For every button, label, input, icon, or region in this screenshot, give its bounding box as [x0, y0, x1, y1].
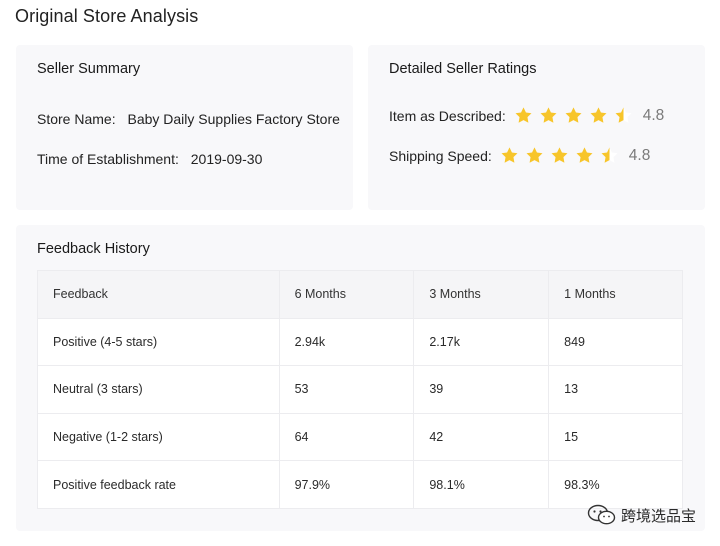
- star-half-icon: [615, 107, 632, 123]
- table-cell: 53: [278, 365, 415, 414]
- wechat-icon: [587, 504, 616, 525]
- feedback-table: Feedback 6 Months 3 Months 1 Months Posi…: [37, 270, 683, 509]
- rating-label: Item as Described:: [389, 107, 506, 124]
- rating-score: 4.8: [642, 106, 665, 124]
- table-cell: 13: [548, 365, 683, 414]
- table-cell: 42: [413, 412, 550, 462]
- table-cell: 2.17k: [413, 317, 550, 367]
- rating-stars: [500, 146, 625, 165]
- star-half-icon: [601, 147, 618, 163]
- page-title: Original Store Analysis: [15, 6, 199, 26]
- store-name-value: Baby Daily Supplies Factory Store: [127, 111, 340, 127]
- table-cell: 64: [278, 412, 415, 462]
- watermark-text: 跨境选品宝: [620, 506, 696, 525]
- table-cell: Negative (1-2 stars): [37, 412, 280, 462]
- table-cell: 2.94k: [278, 317, 415, 367]
- table-cell: 39: [413, 365, 550, 414]
- table-cell: Positive (4-5 stars): [37, 317, 280, 367]
- feedback-history-card: Feedback History Feedback 6 Months 3 Mon…: [16, 225, 705, 531]
- rating-stars: [514, 106, 639, 125]
- table-cell: 849: [548, 317, 683, 367]
- table-cell: 97.9%: [278, 460, 415, 509]
- establishment-value: 2019-09-30: [190, 151, 263, 167]
- star-full-icon: [515, 107, 532, 123]
- column-header: Feedback: [37, 270, 280, 319]
- column-header: 3 Months: [413, 270, 550, 319]
- star-full-icon: [551, 147, 568, 163]
- table-header-row: Feedback 6 Months 3 Months 1 Months: [37, 270, 683, 319]
- star-full-icon: [590, 107, 607, 123]
- table-cell: 98.3%: [548, 460, 683, 509]
- star-full-icon: [540, 107, 557, 123]
- rating-score: 4.8: [628, 146, 651, 164]
- establishment-row: Time of Establishment: 2019-09-30: [37, 151, 262, 167]
- star-full-icon: [565, 107, 582, 123]
- rating-row-item-as-described: Item as Described: 4.8: [389, 106, 664, 125]
- star-full-icon: [576, 147, 593, 163]
- feedback-history-title: Feedback History: [37, 241, 150, 257]
- seller-ratings-card: Detailed Seller Ratings Item as Describe…: [368, 45, 705, 210]
- store-name-label: Store Name:: [37, 111, 116, 127]
- star-full-icon: [501, 147, 518, 163]
- table-row: Positive feedback rate 97.9% 98.1% 98.3%: [37, 460, 683, 509]
- table-row: Neutral (3 stars) 53 39 13: [37, 365, 683, 414]
- rating-label: Shipping Speed:: [389, 147, 492, 164]
- table-row: Negative (1-2 stars) 64 42 15: [37, 412, 683, 462]
- star-full-icon: [526, 147, 543, 163]
- seller-summary-card: Seller Summary Store Name: Baby Daily Su…: [16, 45, 353, 210]
- column-header: 6 Months: [278, 270, 415, 319]
- watermark: 跨境选品宝: [587, 504, 696, 526]
- table-row: Positive (4-5 stars) 2.94k 2.17k 849: [37, 317, 683, 367]
- table-cell: Neutral (3 stars): [37, 365, 280, 414]
- rating-row-shipping-speed: Shipping Speed: 4.8: [389, 146, 650, 165]
- store-name-row: Store Name: Baby Daily Supplies Factory …: [37, 111, 340, 127]
- seller-ratings-title: Detailed Seller Ratings: [389, 61, 537, 77]
- column-header: 1 Months: [548, 270, 683, 319]
- table-cell: Positive feedback rate: [37, 460, 280, 509]
- table-cell: 98.1%: [413, 460, 550, 509]
- table-cell: 15: [548, 412, 683, 462]
- establishment-label: Time of Establishment:: [37, 151, 179, 167]
- seller-summary-title: Seller Summary: [37, 61, 141, 77]
